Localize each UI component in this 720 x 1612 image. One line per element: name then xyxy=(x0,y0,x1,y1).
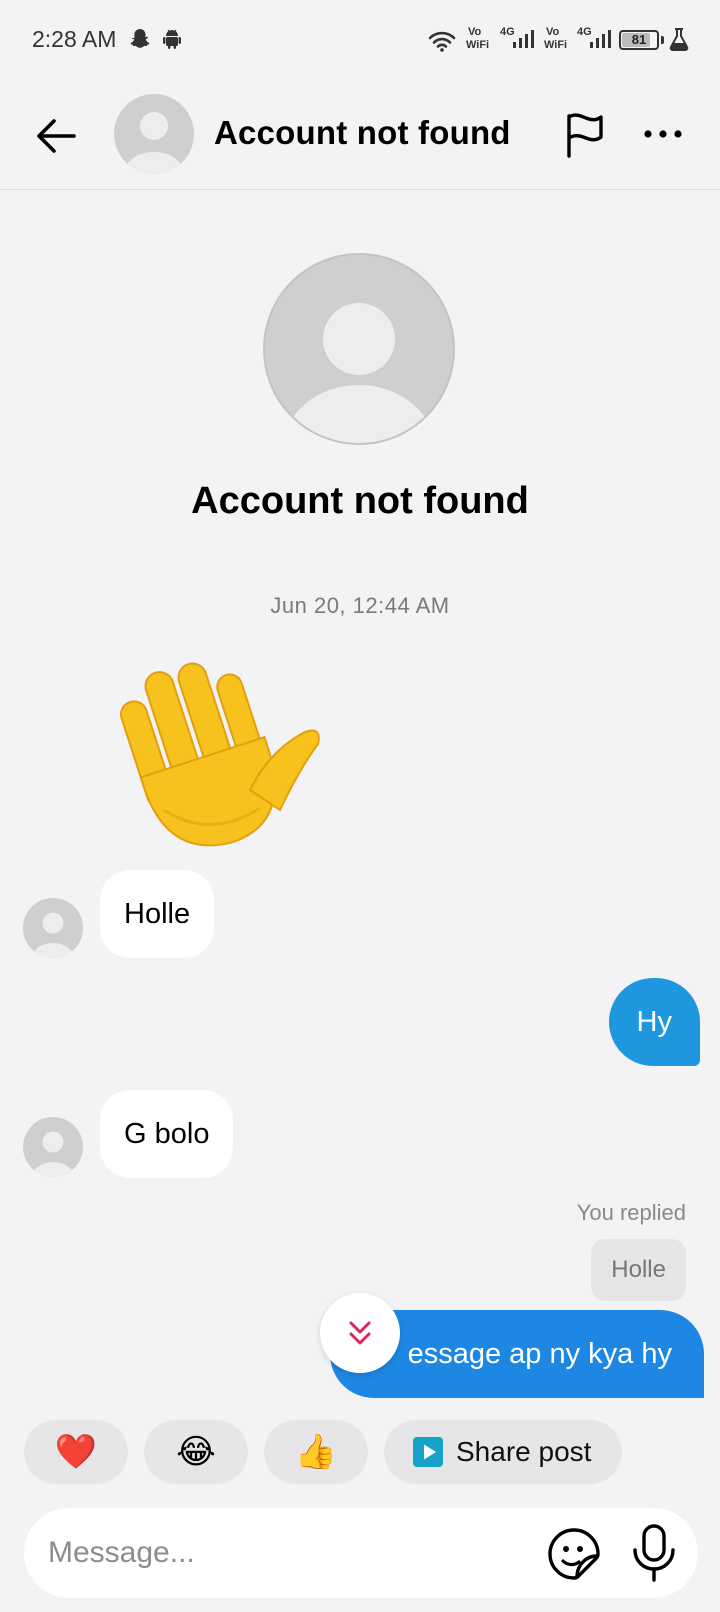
volte-label-1: Vo xyxy=(468,26,482,38)
profile-name: Account not found xyxy=(191,480,529,522)
header-avatar[interactable] xyxy=(114,94,194,174)
quick-reaction-heart[interactable]: ❤️ xyxy=(24,1420,128,1484)
status-time: 2:28 AM xyxy=(32,26,117,52)
chat-header: Account not found xyxy=(0,80,720,190)
more-icon[interactable] xyxy=(640,114,686,154)
quick-reaction-laugh[interactable]: 😂 xyxy=(144,1420,248,1484)
share-post-button[interactable]: Share post xyxy=(384,1420,622,1484)
signal-icon xyxy=(513,30,534,48)
sender-avatar[interactable] xyxy=(23,898,83,958)
header-title[interactable]: Account not found xyxy=(214,114,511,152)
battery-tip xyxy=(661,36,664,44)
sender-avatar[interactable] xyxy=(23,1117,83,1177)
heart-emoji: ❤️ xyxy=(54,1433,98,1471)
double-chevron-down-icon xyxy=(349,1321,371,1345)
flag-icon[interactable] xyxy=(560,110,610,160)
back-arrow-icon[interactable] xyxy=(30,110,82,162)
vowifi-label-2: WiFi xyxy=(544,39,568,51)
battery-label: 81 xyxy=(631,32,647,47)
mic-icon[interactable] xyxy=(628,1522,680,1584)
laughing-emoji: 😂 xyxy=(176,1433,216,1471)
incoming-message-bubble[interactable]: G bolo xyxy=(100,1090,234,1178)
profile-avatar[interactable] xyxy=(263,253,455,445)
battery-icon: 81 xyxy=(619,30,659,50)
dm-screen: 2:28 AM Vo WiFi 4G Vo WiFi 4G 81 Account… xyxy=(0,0,720,1612)
thumbs-up-emoji: 👍 xyxy=(294,1433,338,1471)
android-icon xyxy=(163,29,181,49)
share-post-label: Share post xyxy=(456,1436,592,1467)
vowifi-label-1: WiFi xyxy=(466,39,490,51)
message-input[interactable] xyxy=(48,1508,528,1598)
share-post-icon xyxy=(413,1437,443,1467)
wifi-icon xyxy=(428,31,456,52)
signal-icon xyxy=(590,30,611,48)
message-timestamp: Jun 20, 12:44 AM xyxy=(270,593,450,618)
scroll-to-bottom-button[interactable] xyxy=(320,1293,400,1373)
waving-hand-icon[interactable] xyxy=(100,640,325,865)
volte-label-2: Vo xyxy=(546,26,560,38)
snapchat-icon xyxy=(130,29,150,48)
quick-reaction-thumbs-up[interactable]: 👍 xyxy=(264,1420,368,1484)
flask-icon xyxy=(669,28,689,51)
outgoing-message-bubble[interactable]: Hy xyxy=(608,978,700,1066)
replied-label: You replied xyxy=(576,1200,686,1225)
replied-quote[interactable]: Holle xyxy=(591,1239,686,1301)
message-composer xyxy=(24,1508,698,1598)
incoming-message-bubble[interactable]: Holle xyxy=(100,870,215,958)
status-bar: 2:28 AM Vo WiFi 4G Vo WiFi 4G 81 xyxy=(0,0,720,80)
sticker-icon[interactable] xyxy=(544,1524,604,1584)
